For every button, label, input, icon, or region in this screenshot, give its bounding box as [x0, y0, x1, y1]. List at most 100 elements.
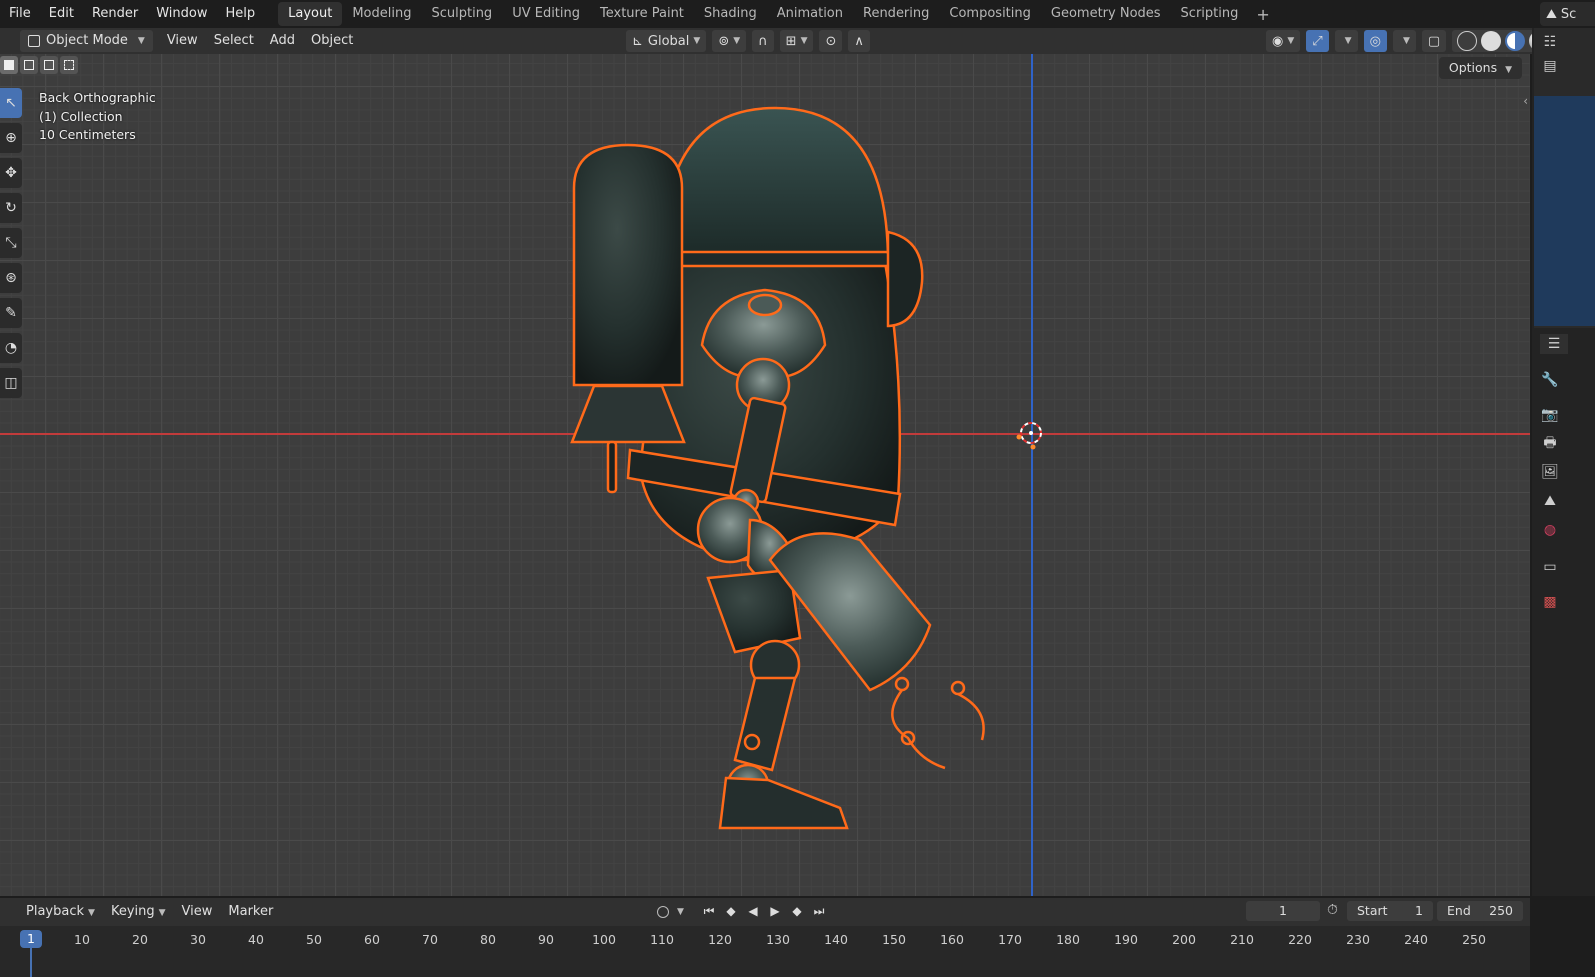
overlays-icon: ◎	[1369, 33, 1381, 49]
world-properties-icon[interactable]: ◍	[1540, 520, 1560, 540]
material-preview-shading-icon[interactable]	[1505, 31, 1526, 51]
timeline-tick-label: 40	[248, 932, 264, 947]
texture-properties-icon[interactable]: ▩	[1540, 592, 1560, 612]
tab-texture-paint[interactable]: Texture Paint	[590, 2, 694, 26]
chevron-down-icon: ▼	[1402, 36, 1410, 46]
jump-end-icon[interactable]: ⏭	[810, 901, 828, 921]
outliner-display-icon[interactable]: ☷	[1540, 32, 1560, 52]
play-icon[interactable]: ▶	[766, 901, 784, 921]
timeline-tick-label: 110	[650, 932, 674, 947]
timeline-tick-label: 170	[998, 932, 1022, 947]
add-menu[interactable]: Add	[262, 30, 303, 52]
view-menu[interactable]: View	[159, 30, 206, 52]
outliner-filter-icon[interactable]: ▤	[1540, 56, 1560, 76]
menu-edit[interactable]: Edit	[40, 0, 83, 28]
tool-properties-icon[interactable]: 🔧	[1540, 370, 1560, 390]
end-frame-field[interactable]: End 250	[1437, 901, 1523, 921]
xray-toggle[interactable]: ▢	[1421, 30, 1447, 52]
visibility-dropdown[interactable]: ◉ ▼	[1266, 30, 1301, 52]
collection-properties-icon[interactable]: ▭	[1540, 557, 1560, 577]
overlays-toggle[interactable]: ◎	[1363, 30, 1387, 52]
keying-menu[interactable]: Keying ▼	[103, 901, 174, 923]
robot-eye	[747, 293, 783, 317]
scene-properties-icon[interactable]: ⛰	[1540, 491, 1560, 511]
falloff-dropdown[interactable]: ∧	[848, 30, 870, 52]
robot-jetpack	[572, 143, 684, 387]
robot-foot	[718, 776, 849, 830]
object-menu[interactable]: Object	[303, 30, 361, 52]
tab-geometry-nodes[interactable]: Geometry Nodes	[1041, 2, 1171, 26]
tab-modeling[interactable]: Modeling	[342, 2, 421, 26]
timeline-header: Playback ▼ Keying ▼ View Marker ▼ ⏮ ◆ ◀ ▶ …	[0, 898, 1530, 926]
robot-ear	[886, 230, 924, 328]
view-layer-properties-icon[interactable]: 🖼	[1540, 462, 1560, 482]
tab-compositing[interactable]: Compositing	[939, 2, 1041, 26]
outliner-selected-row[interactable]	[1534, 96, 1595, 326]
chevron-down-icon: ▼	[733, 36, 741, 46]
timeline-scrubber[interactable]: 1 10 20 30 40 50 60 70 80 90 100 110 120 130 140 150 16…	[0, 926, 1530, 977]
next-keyframe-icon[interactable]: ◆	[788, 901, 806, 921]
menu-file[interactable]: File	[0, 0, 40, 28]
menu-render[interactable]: Render	[83, 0, 147, 28]
chevron-down-icon: ▼	[158, 908, 166, 918]
solid-shading-icon[interactable]	[1481, 31, 1502, 51]
playback-label: Playback	[26, 904, 85, 919]
robot-claw	[891, 689, 946, 770]
workspace-tabs: Layout Modeling Sculpting UV Editing Tex…	[278, 0, 1278, 28]
start-frame-field[interactable]: Start 1	[1347, 901, 1433, 921]
snap-toggle[interactable]: ∩	[752, 30, 774, 52]
play-reverse-icon[interactable]: ◀	[744, 901, 762, 921]
orientation-dropdown[interactable]: ⊾ Global ▼	[626, 30, 707, 52]
object-mode-label: Object Mode	[46, 33, 128, 48]
end-label: End	[1447, 903, 1471, 918]
timeline-tick-label: 180	[1056, 932, 1080, 947]
menu-help[interactable]: Help	[217, 0, 265, 28]
proportional-edit-toggle[interactable]: ⊙	[819, 30, 843, 52]
timeline-tick-label: 70	[422, 932, 438, 947]
current-frame-field[interactable]: 1	[1246, 901, 1320, 921]
snap-target-dropdown[interactable]: ⊞ ▼	[779, 30, 814, 52]
gizmo-toggle[interactable]: ⤢	[1306, 30, 1329, 52]
tab-animation[interactable]: Animation	[767, 2, 853, 26]
autokey-toggle[interactable]: ▼	[657, 902, 695, 922]
object-mode-dropdown[interactable]: Object Mode ▼	[20, 30, 153, 52]
playback-controls: ⏮ ◆ ◀ ▶ ◆ ⏭	[700, 901, 828, 921]
playback-menu[interactable]: Playback ▼	[18, 901, 103, 923]
prev-keyframe-icon[interactable]: ◆	[722, 901, 740, 921]
pivot-dropdown[interactable]: ⊚ ▼	[712, 30, 747, 52]
timeline-tick-label: 220	[1288, 932, 1312, 947]
robot-model[interactable]	[0, 54, 1530, 896]
gizmo-dropdown[interactable]: ▼	[1334, 30, 1358, 52]
tab-sculpting[interactable]: Sculpting	[421, 2, 502, 26]
properties-editor-icon[interactable]: ☰	[1540, 334, 1568, 354]
playhead-frame-indicator[interactable]: 1	[20, 930, 42, 948]
output-properties-icon[interactable]: 🖶	[1540, 434, 1560, 454]
overlays-dropdown[interactable]: ▼	[1392, 30, 1416, 52]
add-workspace-icon[interactable]: +	[1248, 5, 1277, 24]
timeline-tick-label: 210	[1230, 932, 1254, 947]
3d-viewport[interactable]: Back Orthographic (1) Collection 10 Cent…	[0, 54, 1530, 896]
robot-claw-joint-2	[950, 680, 966, 696]
timeline-tick-label: 250	[1462, 932, 1486, 947]
menu-window[interactable]: Window	[147, 0, 216, 28]
timeline-tick-label: 20	[132, 932, 148, 947]
timeline-tick-label: 80	[480, 932, 496, 947]
scene-label: Sc	[1560, 6, 1577, 22]
timeline-tick-label: 230	[1346, 932, 1370, 947]
tab-shading[interactable]: Shading	[694, 2, 767, 26]
stopwatch-icon[interactable]: ⏱	[1327, 902, 1338, 918]
tab-scripting[interactable]: Scripting	[1171, 2, 1249, 26]
marker-menu[interactable]: Marker	[220, 901, 281, 923]
keying-label: Keying	[110, 904, 155, 919]
tab-rendering[interactable]: Rendering	[853, 2, 939, 26]
jump-start-icon[interactable]: ⏮	[700, 901, 718, 921]
select-menu[interactable]: Select	[206, 30, 262, 52]
start-label: Start	[1357, 903, 1388, 918]
tab-layout[interactable]: Layout	[278, 2, 343, 26]
timeline-tick-label: 60	[364, 932, 380, 947]
scene-selector[interactable]: ⛰ Sc	[1540, 2, 1595, 26]
timeline-view-menu[interactable]: View	[174, 901, 221, 923]
render-properties-icon[interactable]: 📷	[1540, 405, 1560, 425]
wireframe-shading-icon[interactable]	[1457, 31, 1478, 51]
tab-uv-editing[interactable]: UV Editing	[502, 2, 590, 26]
